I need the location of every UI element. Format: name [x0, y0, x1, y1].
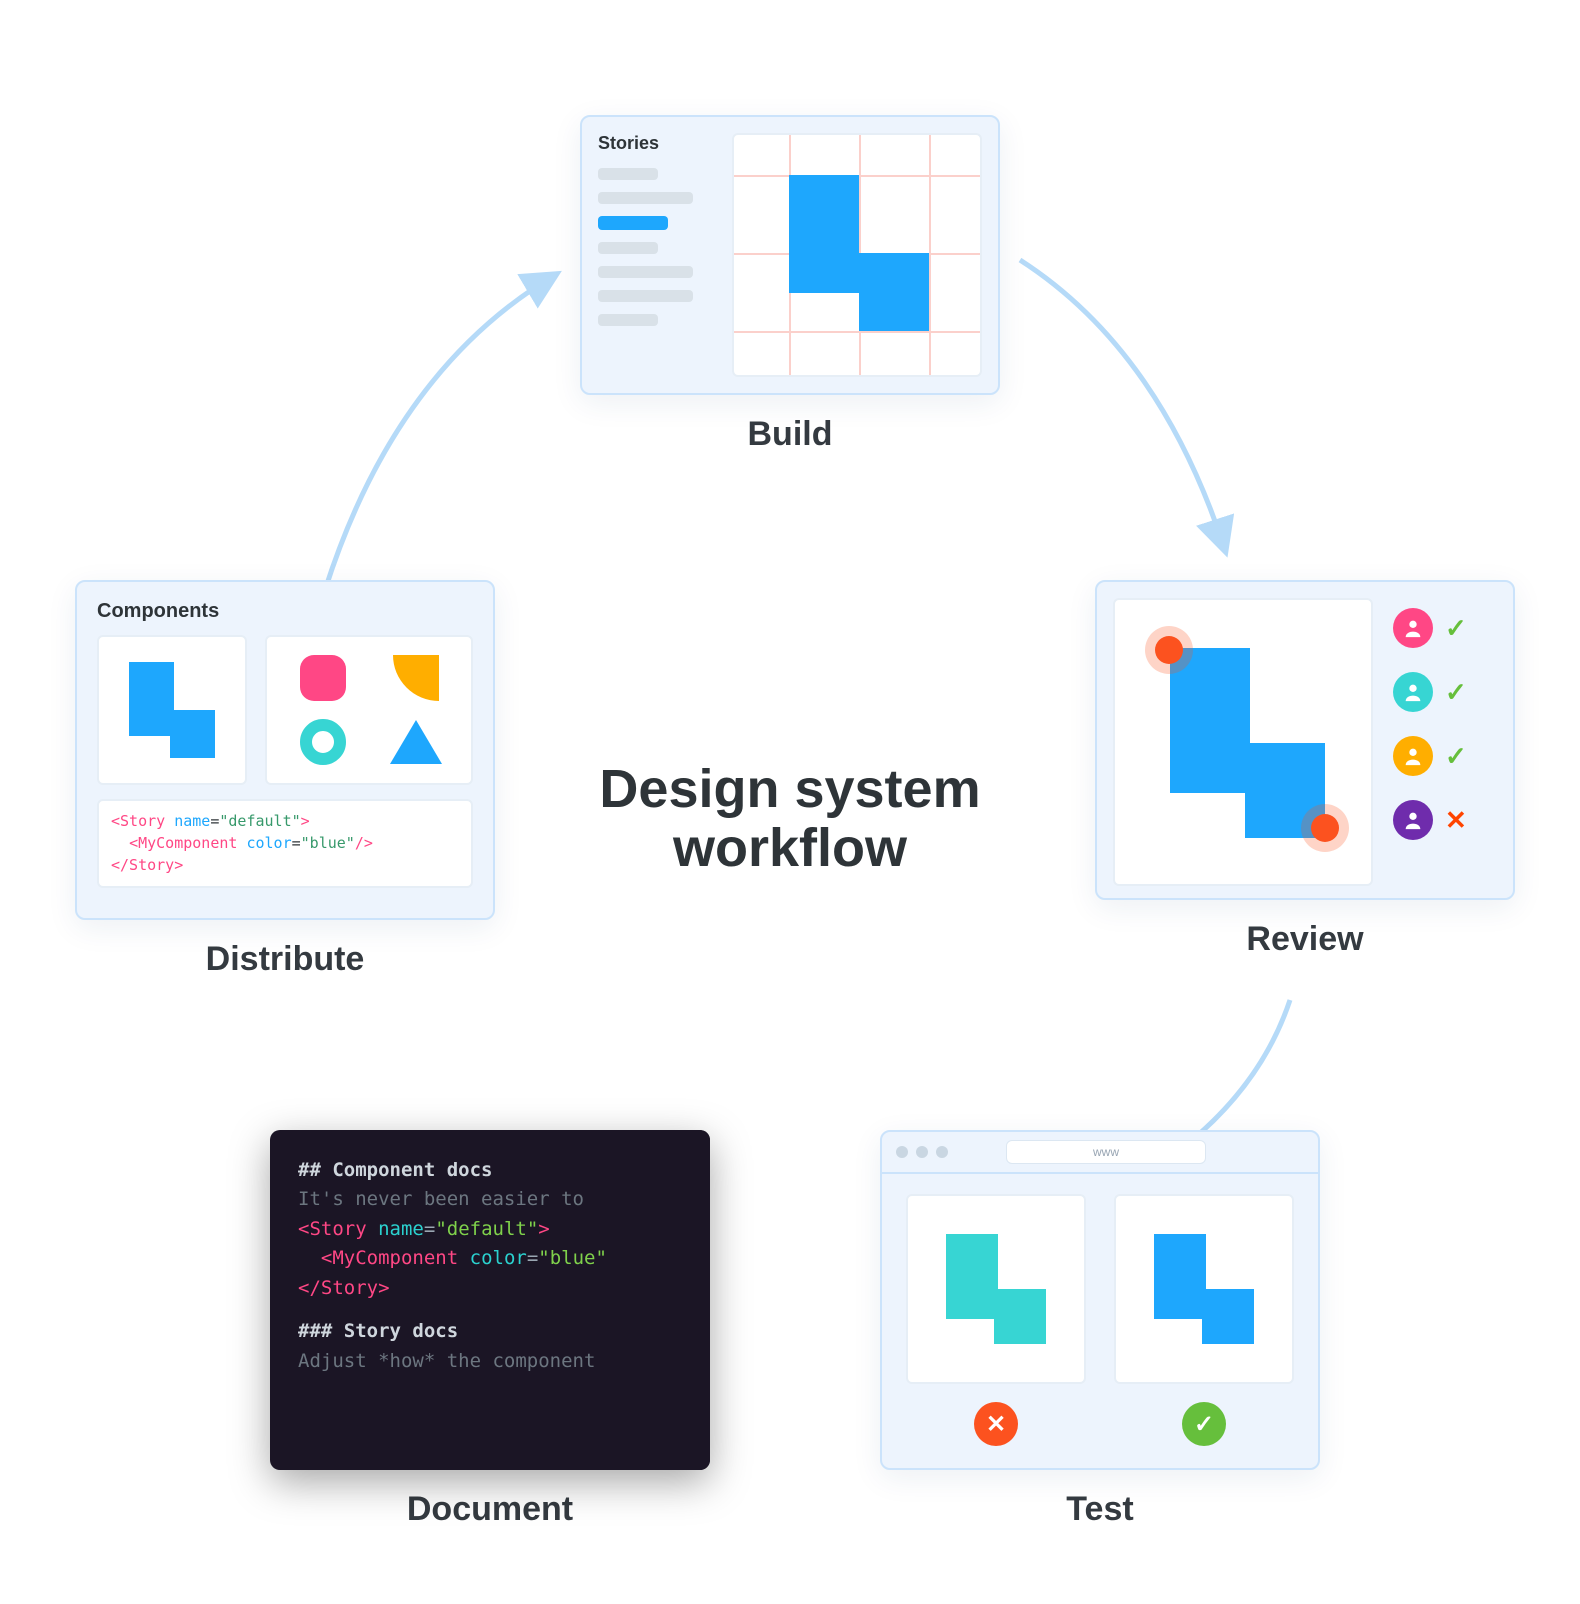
workflow-diagram: Design system workflow Stories [0, 0, 1580, 1604]
annotation-marker [1155, 636, 1183, 664]
sidebar-item-active [598, 216, 668, 230]
doc-text: It's never been easier to [298, 1185, 682, 1214]
code-line: <Story name="default"> [111, 811, 459, 833]
component-preview [97, 635, 247, 785]
url-bar: www [1006, 1140, 1206, 1164]
x-icon: ✕ [1445, 805, 1467, 836]
test-variant-right: ✓ [1110, 1194, 1298, 1448]
sidebar-item [598, 242, 658, 254]
node-distribute: Components <Story name="defaul [75, 580, 495, 979]
doc-heading: ### Story docs [298, 1317, 682, 1346]
build-sidebar-title: Stories [598, 133, 718, 154]
avatar-icon [1393, 608, 1433, 648]
diagram-title: Design system workflow [599, 760, 980, 879]
shape-quarter-circle-icon [393, 655, 439, 701]
reviewer-row: ✓ [1393, 608, 1497, 648]
check-icon: ✓ [1445, 613, 1467, 644]
sidebar-item [598, 192, 693, 204]
node-build: Stories [580, 115, 1000, 454]
test-preview [1114, 1194, 1294, 1384]
shape-triangle-icon [390, 720, 442, 764]
test-preview [906, 1194, 1086, 1384]
sidebar-item [598, 266, 693, 278]
test-label: Test [1066, 1490, 1133, 1529]
distribute-code: <Story name="default"> <MyComponent colo… [97, 799, 473, 888]
build-label: Build [748, 415, 833, 454]
build-canvas [732, 133, 982, 377]
review-avatars: ✓ ✓ ✓ ✕ [1393, 598, 1497, 840]
diagram-title-line1: Design system [599, 760, 980, 819]
check-icon: ✓ [1445, 741, 1467, 772]
review-label: Review [1246, 920, 1363, 959]
code-line: </Story> [111, 855, 459, 877]
window-dots-icon [896, 1146, 948, 1158]
document-label: Document [407, 1490, 573, 1529]
doc-code-line: </Story> [298, 1274, 682, 1303]
sidebar-item [598, 168, 658, 180]
distribute-title: Components [97, 600, 473, 623]
pass-icon: ✓ [1182, 1402, 1226, 1446]
code-line: <MyComponent color="blue"/> [111, 833, 459, 855]
fail-icon: ✕ [974, 1402, 1018, 1446]
doc-text: Adjust *how* the component [298, 1347, 682, 1376]
reviewer-row: ✓ [1393, 736, 1497, 776]
test-card: www ✕ [880, 1130, 1320, 1470]
node-document: ## Component docs It's never been easier… [270, 1130, 710, 1529]
distribute-card: Components <Story name="defaul [75, 580, 495, 920]
review-canvas [1113, 598, 1373, 886]
shape-ring-icon [300, 719, 346, 765]
avatar-icon [1393, 672, 1433, 712]
browser-chrome: www [882, 1132, 1318, 1174]
test-variant-left: ✕ [902, 1194, 1090, 1448]
check-icon: ✓ [1445, 677, 1467, 708]
build-card: Stories [580, 115, 1000, 395]
reviewer-row: ✕ [1393, 800, 1497, 840]
build-sidebar: Stories [598, 133, 718, 377]
shape-rounded-square-icon [300, 655, 346, 701]
sidebar-item [598, 290, 693, 302]
doc-code-line: <MyComponent color="blue" [298, 1244, 682, 1273]
reviewer-row: ✓ [1393, 672, 1497, 712]
diagram-title-line2: workflow [599, 819, 980, 878]
annotation-marker [1311, 814, 1339, 842]
node-test: www ✕ [880, 1130, 1320, 1529]
doc-heading: ## Component docs [298, 1156, 682, 1185]
doc-code-line: <Story name="default"> [298, 1215, 682, 1244]
avatar-icon [1393, 736, 1433, 776]
component-glyph-grid [265, 635, 473, 785]
distribute-label: Distribute [206, 940, 365, 979]
node-review: ✓ ✓ ✓ ✕ Review [1095, 580, 1515, 959]
avatar-icon [1393, 800, 1433, 840]
sidebar-item [598, 314, 658, 326]
review-card: ✓ ✓ ✓ ✕ [1095, 580, 1515, 900]
document-card: ## Component docs It's never been easier… [270, 1130, 710, 1470]
